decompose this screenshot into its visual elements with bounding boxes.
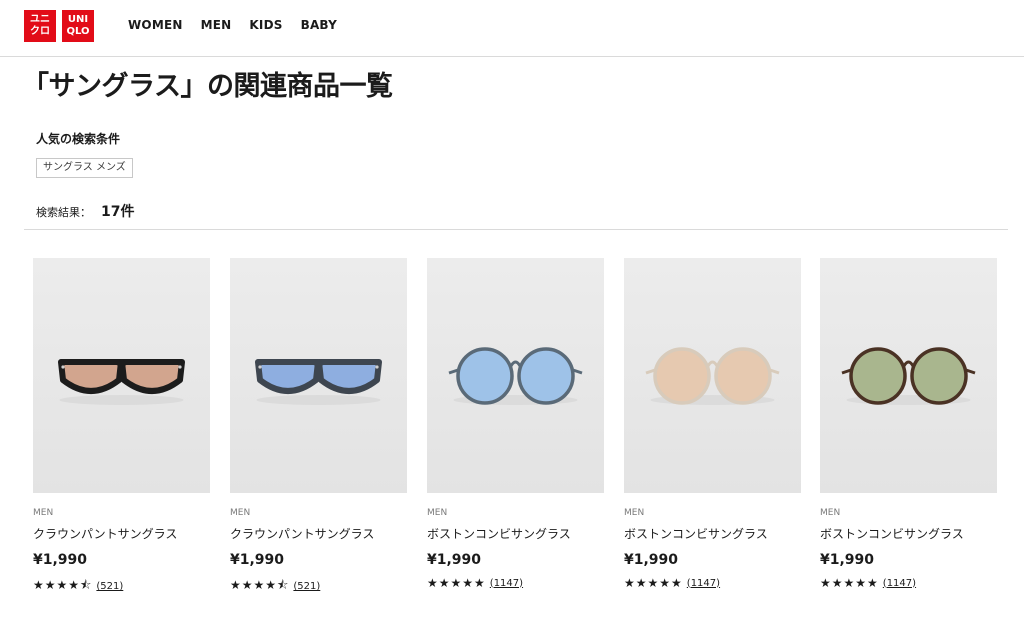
left-lens bbox=[58, 359, 124, 394]
popular-search-label: 人気の検索条件 bbox=[36, 132, 121, 146]
product-name[interactable]: クラウンパントサングラス bbox=[33, 525, 210, 542]
nav-kids[interactable]: KIDS bbox=[249, 18, 282, 32]
product-rating: ★★★★★ (1147) bbox=[427, 576, 604, 590]
right-rivet bbox=[375, 365, 379, 369]
result-count: 17件 bbox=[101, 204, 135, 220]
product-image[interactable] bbox=[427, 258, 604, 493]
product-image[interactable] bbox=[230, 258, 407, 493]
sunglasses-image bbox=[448, 347, 583, 405]
shadow bbox=[59, 395, 184, 405]
product-name[interactable]: ボストンコンビサングラス bbox=[427, 525, 604, 542]
logo-latin-line-2: QLO bbox=[66, 26, 90, 37]
product-card[interactable]: MEN クラウンパントサングラス ¥1,990 ★★★★⯪ (521) bbox=[33, 258, 210, 597]
review-count-link[interactable]: (521) bbox=[96, 581, 123, 592]
sunglasses-image bbox=[255, 359, 382, 405]
product-image[interactable] bbox=[820, 258, 997, 493]
product-price: ¥1,990 bbox=[230, 552, 285, 568]
review-count-link[interactable]: (1147) bbox=[883, 578, 916, 589]
divider bbox=[24, 229, 1008, 230]
product-price: ¥1,990 bbox=[427, 552, 482, 568]
left-lens bbox=[653, 347, 711, 405]
result-summary: 検索結果： 17件 bbox=[36, 201, 134, 221]
left-lens bbox=[849, 347, 907, 405]
product-card[interactable]: MEN クラウンパントサングラス ¥1,990 ★★★★⯪ (521) bbox=[230, 258, 407, 597]
product-image[interactable] bbox=[624, 258, 801, 493]
right-lens bbox=[517, 347, 575, 405]
review-count-link[interactable]: (1147) bbox=[687, 578, 720, 589]
logo-katakana-box: ユニ クロ bbox=[24, 10, 56, 42]
product-rating: ★★★★⯪ (521) bbox=[33, 576, 210, 597]
right-lens bbox=[316, 359, 382, 394]
uniqlo-logo[interactable]: ユニ クロ UNI QLO bbox=[24, 10, 94, 42]
product-price: ¥1,990 bbox=[820, 552, 875, 568]
sunglasses-image bbox=[645, 347, 780, 405]
product-gender: MEN bbox=[427, 508, 448, 518]
right-lens bbox=[714, 347, 772, 405]
star-rating-icon: ★★★★⯪ bbox=[33, 578, 93, 592]
product-rating: ★★★★★ (1147) bbox=[624, 576, 801, 590]
product-card[interactable]: MEN ボストンコンビサングラス ¥1,990 ★★★★★ (1147) bbox=[820, 258, 997, 590]
product-name[interactable]: クラウンパントサングラス bbox=[230, 525, 407, 542]
popular-search-tag[interactable]: サングラス メンズ bbox=[36, 158, 133, 178]
result-label: 検索結果： bbox=[36, 206, 91, 219]
right-rivet bbox=[178, 365, 182, 369]
nav-baby[interactable]: BABY bbox=[301, 18, 337, 32]
logo-katakana-line-1: ユニ bbox=[30, 14, 50, 25]
product-image[interactable] bbox=[33, 258, 210, 493]
right-lens bbox=[119, 359, 185, 394]
sunglasses-image bbox=[58, 359, 185, 405]
shadow bbox=[256, 395, 381, 405]
left-rivet bbox=[61, 365, 65, 369]
star-rating-icon: ★★★★⯪ bbox=[230, 578, 290, 592]
nav-women[interactable]: WOMEN bbox=[128, 18, 183, 32]
bridge bbox=[313, 360, 324, 368]
review-count-link[interactable]: (521) bbox=[293, 581, 320, 592]
product-price: ¥1,990 bbox=[624, 552, 679, 568]
review-count-link[interactable]: (1147) bbox=[490, 578, 523, 589]
bridge bbox=[116, 360, 127, 368]
logo-katakana-line-2: クロ bbox=[30, 26, 50, 37]
logo-latin-line-1: UNI bbox=[67, 14, 89, 25]
product-card[interactable]: MEN ボストンコンビサングラス ¥1,990 ★★★★★ (1147) bbox=[624, 258, 801, 590]
product-price: ¥1,990 bbox=[33, 552, 88, 568]
page-title: 「サングラス」の関連商品一覧 bbox=[22, 71, 393, 102]
bridge bbox=[509, 360, 522, 367]
site-header: ユニ クロ UNI QLO WOMEN MEN KIDS BABY bbox=[0, 0, 1024, 57]
logo-latin-box: UNI QLO bbox=[62, 10, 94, 42]
product-rating: ★★★★★ (1147) bbox=[820, 576, 997, 590]
left-lens bbox=[456, 347, 514, 405]
product-card[interactable]: MEN ボストンコンビサングラス ¥1,990 ★★★★★ (1147) bbox=[427, 258, 604, 590]
bridge bbox=[706, 360, 719, 367]
left-rivet bbox=[258, 365, 262, 369]
product-name[interactable]: ボストンコンビサングラス bbox=[624, 525, 801, 542]
bridge bbox=[902, 360, 915, 367]
product-gender: MEN bbox=[624, 508, 645, 518]
product-gender: MEN bbox=[820, 508, 841, 518]
star-rating-icon: ★★★★★ bbox=[820, 576, 879, 590]
nav-men[interactable]: MEN bbox=[201, 18, 232, 32]
product-gender: MEN bbox=[230, 508, 251, 518]
left-lens bbox=[255, 359, 321, 394]
star-rating-icon: ★★★★★ bbox=[427, 576, 486, 590]
star-rating-icon: ★★★★★ bbox=[624, 576, 683, 590]
product-rating: ★★★★⯪ (521) bbox=[230, 576, 407, 597]
main-nav: WOMEN MEN KIDS BABY bbox=[128, 18, 337, 32]
right-lens bbox=[910, 347, 968, 405]
product-gender: MEN bbox=[33, 508, 54, 518]
product-name[interactable]: ボストンコンビサングラス bbox=[820, 525, 997, 542]
sunglasses-image bbox=[841, 347, 976, 405]
